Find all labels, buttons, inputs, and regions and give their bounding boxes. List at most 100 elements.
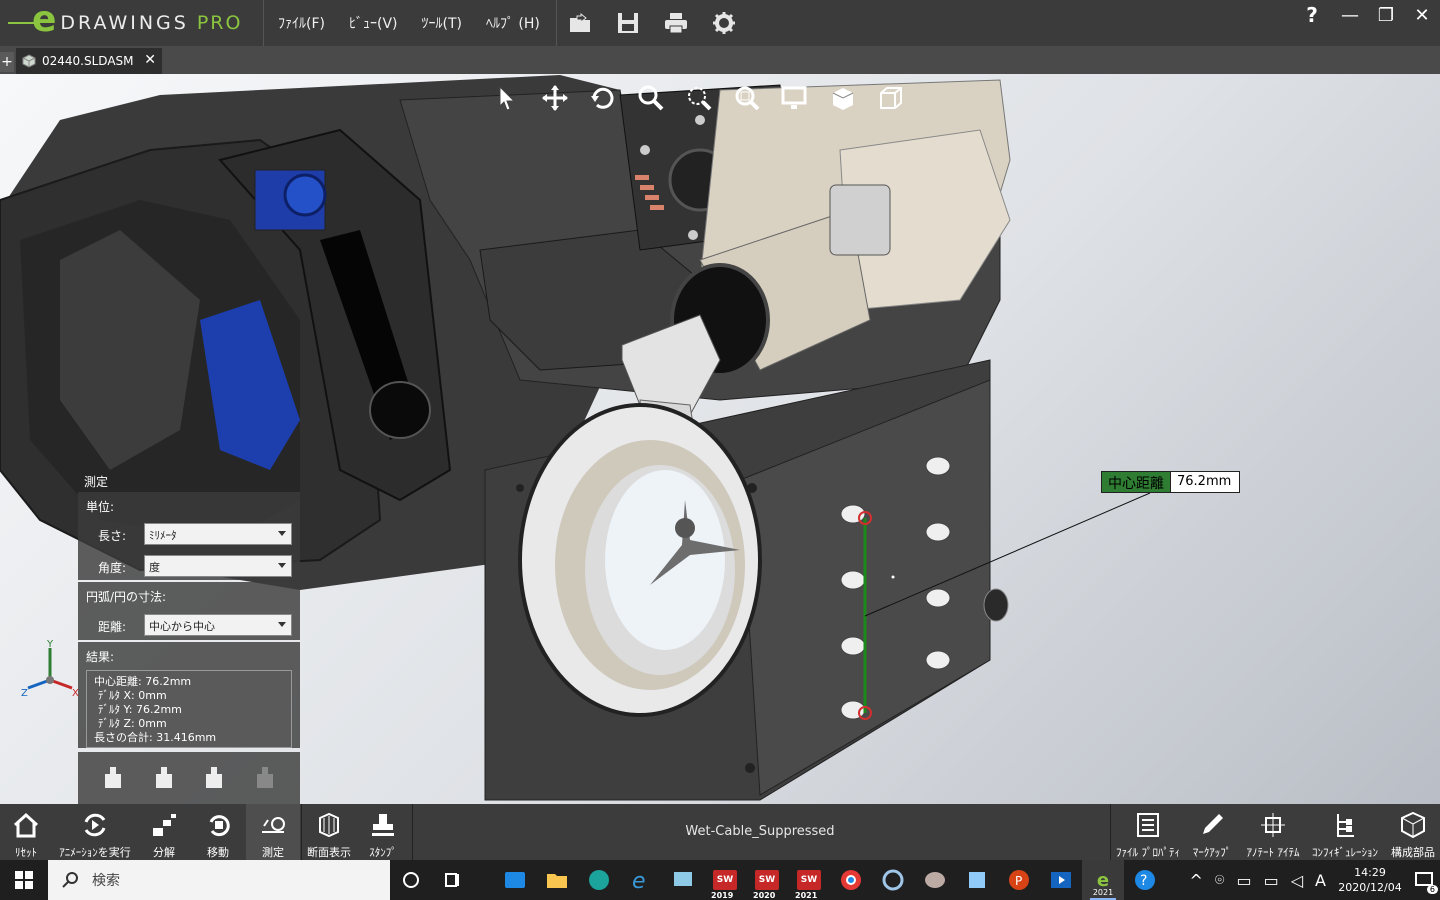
taskbar-help[interactable]: ? xyxy=(1124,860,1166,900)
meet-now-icon[interactable]: ⌾ xyxy=(1209,870,1231,890)
annotation-button[interactable]: ｱﾉﾃｰﾄ ｱｲﾃﾑ xyxy=(1240,804,1306,860)
separator xyxy=(412,804,413,860)
taskbar-ie[interactable]: e xyxy=(620,860,662,900)
volume-icon[interactable]: ◁ xyxy=(1285,871,1309,890)
edrawings-year: 2021 xyxy=(1092,888,1114,897)
distance-label: 距離: xyxy=(98,620,127,634)
gear-icon[interactable] xyxy=(711,10,737,36)
chevron-up-icon[interactable]: ^ xyxy=(1183,871,1208,890)
annotation-label: ｱﾉﾃｰﾄ ｱｲﾃﾑ xyxy=(1246,846,1300,859)
taskbar-paint[interactable] xyxy=(914,860,956,900)
rotate-icon[interactable] xyxy=(588,83,618,113)
run-animation-label: ｱﾆﾒｰｼｮﾝを実行 xyxy=(59,846,131,859)
view-orientation-icon[interactable] xyxy=(876,83,906,113)
windows-logo-icon xyxy=(15,871,33,889)
edrawings-window: e DRAWINGS PRO ﾌｧｲﾙ(F) ﾋﾞｭｰ(V) ﾂｰﾙ(T) ﾍﾙ… xyxy=(0,0,1440,900)
menu-file[interactable]: ﾌｧｲﾙ(F) xyxy=(266,13,337,33)
stamp-icon xyxy=(372,814,394,836)
sw-year-2019: 2019 xyxy=(711,891,734,900)
run-animation-button[interactable]: ｱﾆﾒｰｼｮﾝを実行 xyxy=(52,804,138,860)
close-button[interactable]: ✕ xyxy=(1404,0,1440,30)
move-icon xyxy=(209,815,230,837)
chevron-down-icon xyxy=(278,622,286,627)
save-icon[interactable] xyxy=(615,10,641,36)
taskbar-solidworks-2020[interactable]: SW 2020 xyxy=(746,860,788,900)
measure-actions xyxy=(78,752,300,804)
taskbar-viewer[interactable] xyxy=(662,860,704,900)
zoom-fit-icon[interactable] xyxy=(732,83,762,113)
menu-tools[interactable]: ﾂｰﾙ(T) xyxy=(410,13,474,33)
measure-button[interactable]: 測定 xyxy=(246,804,300,860)
menu-view[interactable]: ﾋﾞｭｰ(V) xyxy=(337,13,410,33)
solidworks-icon: SW 2021 xyxy=(795,870,821,900)
measure-tool-2-icon[interactable] xyxy=(152,764,176,792)
help-button[interactable]: ? xyxy=(1292,3,1332,27)
taskbar-explorer[interactable] xyxy=(536,860,578,900)
powerpoint-icon: P xyxy=(1009,870,1029,890)
axis-y-label: Y xyxy=(46,639,54,650)
markup-button[interactable]: ﾏｰｸｱｯﾌﾟ xyxy=(1184,804,1240,860)
move-button[interactable]: 移動 xyxy=(192,804,244,860)
network-icon[interactable]: ▭ xyxy=(1230,871,1257,890)
reset-button[interactable]: ﾘｾｯﾄ xyxy=(0,804,52,860)
document-tab[interactable]: 02440.SLDASM ✕ xyxy=(16,48,162,74)
notification-center[interactable]: 6 xyxy=(1408,860,1440,900)
restore-button[interactable]: ❐ xyxy=(1368,0,1404,30)
measure-tool-1-icon[interactable] xyxy=(101,764,125,792)
view-toolbar xyxy=(492,82,906,114)
start-button[interactable] xyxy=(0,860,48,900)
taskbar-sync[interactable] xyxy=(872,860,914,900)
taskbar-solidworks-2019[interactable]: SW 2019 xyxy=(704,860,746,900)
logo-e: e xyxy=(32,0,57,40)
close-tab-icon[interactable]: ✕ xyxy=(144,52,156,68)
minimize-button[interactable]: — xyxy=(1332,0,1368,30)
components-button[interactable]: 構成部品 xyxy=(1386,804,1440,860)
section-view-icon[interactable] xyxy=(828,83,858,113)
taskbar-edrawings[interactable]: e 2021 xyxy=(1082,860,1124,900)
ie-icon: e xyxy=(632,869,646,892)
open-icon[interactable] xyxy=(567,10,593,36)
stamp-button[interactable]: ｽﾀﾝﾌﾟ xyxy=(356,804,410,860)
explode-button[interactable]: 分解 xyxy=(138,804,190,860)
units-label: 単位: xyxy=(86,500,115,514)
measure-title: 測定 xyxy=(84,475,109,489)
taskbar-powerpoint[interactable]: P xyxy=(998,860,1040,900)
taskbar-outlook[interactable] xyxy=(494,860,536,900)
section-button[interactable]: 断面表示 xyxy=(302,804,356,860)
taskbar-edge[interactable] xyxy=(578,860,620,900)
taskbar-search-box[interactable]: 検索 xyxy=(48,860,390,900)
taskbar-chrome[interactable] xyxy=(830,860,872,900)
print-icon[interactable] xyxy=(663,10,689,36)
task-view-button[interactable] xyxy=(432,860,474,900)
menu-help[interactable]: ﾍﾙﾌﾟ (H) xyxy=(474,13,552,33)
file-properties-button[interactable]: ﾌｧｲﾙ ﾌﾟﾛﾊﾟﾃｨ xyxy=(1112,804,1184,860)
display-style-icon[interactable] xyxy=(780,83,810,113)
windows-taskbar: 検索 e SW 2019 SW 2020 SW 2021 P e 2021 ? ^ ⌾ … xyxy=(0,860,1440,900)
pan-icon[interactable] xyxy=(540,83,570,113)
battery-icon[interactable]: ▭ xyxy=(1258,871,1285,890)
taskbar-media[interactable] xyxy=(1040,860,1082,900)
search-icon xyxy=(62,872,78,888)
solidworks-icon: SW 2020 xyxy=(753,870,779,900)
angle-unit-select[interactable]: 度 xyxy=(144,555,292,577)
taskbar-solidworks-2021[interactable]: SW 2021 xyxy=(788,860,830,900)
chevron-down-icon xyxy=(278,531,286,536)
taskbar-notes[interactable] xyxy=(956,860,998,900)
cortana-button[interactable] xyxy=(390,860,432,900)
system-tray: ^ ⌾ ▭ ▭ ◁ A 14:29 2020/12/04 6 xyxy=(1183,860,1440,900)
zoom-area-icon[interactable] xyxy=(684,83,714,113)
configuration-button[interactable]: ｺﾝﾌｨｷﾞｭﾚｰｼｮﾝ xyxy=(1306,804,1384,860)
select-icon[interactable] xyxy=(492,83,522,113)
measure-tool-3-icon[interactable] xyxy=(202,764,226,792)
configuration-name: Wet-Cable_Suppressed xyxy=(685,824,835,839)
sw-year-2020: 2020 xyxy=(753,891,776,900)
new-tab-button[interactable]: + xyxy=(0,52,14,72)
section-icon xyxy=(319,812,339,838)
ime-indicator[interactable]: A xyxy=(1309,871,1332,890)
distance-mode-select[interactable]: 中心から中心 xyxy=(144,614,292,636)
length-unit-select[interactable]: ﾐﾘﾒｰﾀ xyxy=(144,523,292,545)
clock[interactable]: 14:29 2020/12/04 xyxy=(1332,865,1408,895)
outlook-icon xyxy=(505,872,525,888)
zoom-icon[interactable] xyxy=(636,83,666,113)
paint-icon xyxy=(925,872,945,888)
